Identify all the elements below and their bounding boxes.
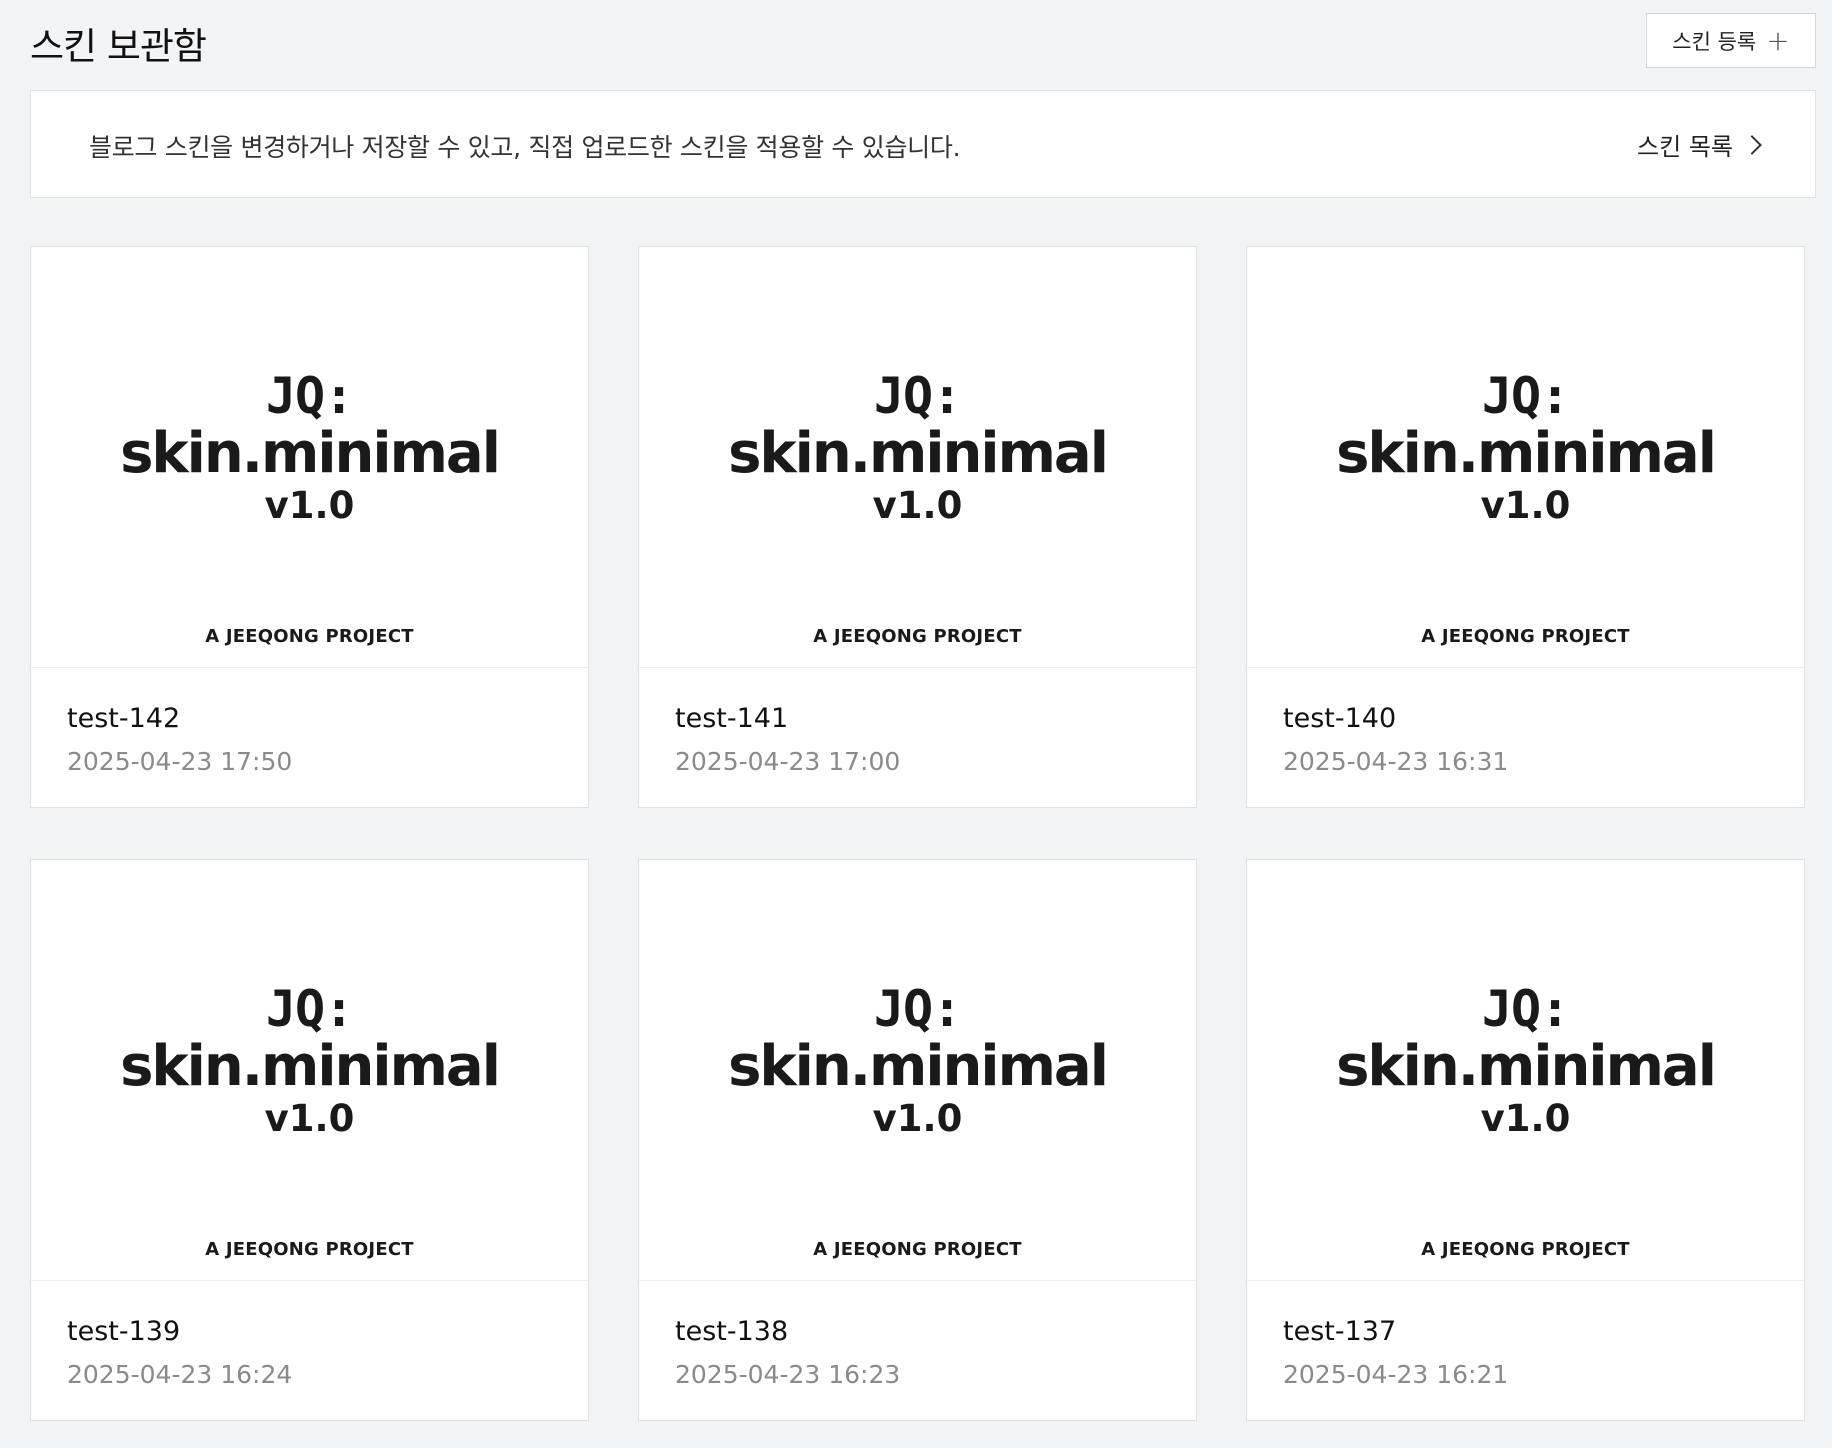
thumbnail-logo-line1: JQ:	[873, 367, 962, 425]
skin-thumbnail[interactable]: JQ: skin.minimal v1.0 A JEEQONG PROJECT	[639, 860, 1196, 1281]
skin-name[interactable]: test-142	[67, 703, 180, 734]
skin-list-label: 스킨 목록	[1637, 133, 1733, 161]
thumbnail-logo-line1: JQ:	[265, 980, 354, 1038]
thumbnail-logo: JQ: skin.minimal v1.0	[1247, 982, 1804, 1140]
thumbnail-logo-line2: skin.minimal	[728, 1034, 1109, 1099]
skin-card[interactable]: JQ: skin.minimal v1.0 A JEEQONG PROJECT …	[1246, 246, 1805, 808]
thumbnail-logo-line3: v1.0	[1480, 484, 1571, 527]
skin-storage-page: 스킨 보관함 스킨 등록 + 블로그 스킨을 변경하거나 저장할 수 있고, 직…	[30, 0, 1816, 1421]
thumbnail-credit: A JEEQONG PROJECT	[1421, 626, 1630, 647]
skin-card[interactable]: JQ: skin.minimal v1.0 A JEEQONG PROJECT …	[30, 859, 589, 1421]
thumbnail-credit: A JEEQONG PROJECT	[205, 1239, 414, 1260]
skin-thumbnail[interactable]: JQ: skin.minimal v1.0 A JEEQONG PROJECT	[1247, 860, 1804, 1281]
skin-grid: JQ: skin.minimal v1.0 A JEEQONG PROJECT …	[30, 246, 1816, 1421]
thumbnail-credit: A JEEQONG PROJECT	[1421, 1239, 1630, 1260]
skin-name[interactable]: test-141	[675, 703, 788, 734]
thumbnail-logo-line3: v1.0	[872, 1097, 963, 1140]
skin-date: 2025-04-23 16:23	[675, 1360, 901, 1389]
register-skin-button[interactable]: 스킨 등록 +	[1646, 13, 1816, 68]
skin-name[interactable]: test-139	[67, 1316, 180, 1347]
thumbnail-logo: JQ: skin.minimal v1.0	[639, 369, 1196, 527]
thumbnail-logo: JQ: skin.minimal v1.0	[1247, 369, 1804, 527]
skin-date: 2025-04-23 17:00	[675, 747, 901, 776]
thumbnail-logo-line1: JQ:	[265, 367, 354, 425]
thumbnail-logo-line3: v1.0	[264, 1097, 355, 1140]
register-skin-label: 스킨 등록	[1672, 29, 1757, 54]
thumbnail-credit: A JEEQONG PROJECT	[205, 626, 414, 647]
skin-date: 2025-04-23 16:24	[67, 1360, 293, 1389]
plus-icon: +	[1766, 23, 1790, 57]
thumbnail-logo: JQ: skin.minimal v1.0	[639, 982, 1196, 1140]
skin-thumbnail[interactable]: JQ: skin.minimal v1.0 A JEEQONG PROJECT	[31, 247, 588, 668]
skin-list-link[interactable]: 스킨 목록	[1637, 127, 1762, 162]
skin-thumbnail[interactable]: JQ: skin.minimal v1.0 A JEEQONG PROJECT	[31, 860, 588, 1281]
info-banner: 블로그 스킨을 변경하거나 저장할 수 있고, 직접 업로드한 스킨을 적용할 …	[30, 90, 1816, 198]
skin-name[interactable]: test-140	[1283, 703, 1396, 734]
thumbnail-credit: A JEEQONG PROJECT	[813, 1239, 1022, 1260]
skin-card[interactable]: JQ: skin.minimal v1.0 A JEEQONG PROJECT …	[30, 246, 589, 808]
thumbnail-logo-line1: JQ:	[1481, 367, 1570, 425]
skin-card[interactable]: JQ: skin.minimal v1.0 A JEEQONG PROJECT …	[638, 246, 1197, 808]
thumbnail-logo-line2: skin.minimal	[120, 1034, 501, 1099]
skin-thumbnail[interactable]: JQ: skin.minimal v1.0 A JEEQONG PROJECT	[639, 247, 1196, 668]
thumbnail-logo: JQ: skin.minimal v1.0	[31, 369, 588, 527]
thumbnail-logo-line3: v1.0	[1480, 1097, 1571, 1140]
chevron-right-icon	[1742, 134, 1762, 155]
thumbnail-logo-line3: v1.0	[264, 484, 355, 527]
page-title: 스킨 보관함	[30, 25, 207, 68]
page-header: 스킨 보관함 스킨 등록 +	[30, 0, 1816, 90]
skin-card[interactable]: JQ: skin.minimal v1.0 A JEEQONG PROJECT …	[638, 859, 1197, 1421]
skin-date: 2025-04-23 16:21	[1283, 1360, 1509, 1389]
thumbnail-credit: A JEEQONG PROJECT	[813, 626, 1022, 647]
thumbnail-logo-line1: JQ:	[873, 980, 962, 1038]
thumbnail-logo-line2: skin.minimal	[728, 421, 1109, 486]
info-text: 블로그 스킨을 변경하거나 저장할 수 있고, 직접 업로드한 스킨을 적용할 …	[89, 133, 961, 162]
thumbnail-logo-line2: skin.minimal	[120, 421, 501, 486]
thumbnail-logo-line2: skin.minimal	[1336, 1034, 1717, 1099]
skin-name[interactable]: test-138	[675, 1316, 788, 1347]
thumbnail-logo: JQ: skin.minimal v1.0	[31, 982, 588, 1140]
thumbnail-logo-line3: v1.0	[872, 484, 963, 527]
skin-thumbnail[interactable]: JQ: skin.minimal v1.0 A JEEQONG PROJECT	[1247, 247, 1804, 668]
thumbnail-logo-line2: skin.minimal	[1336, 421, 1717, 486]
skin-card[interactable]: JQ: skin.minimal v1.0 A JEEQONG PROJECT …	[1246, 859, 1805, 1421]
skin-date: 2025-04-23 16:31	[1283, 747, 1509, 776]
skin-date: 2025-04-23 17:50	[67, 747, 293, 776]
skin-name[interactable]: test-137	[1283, 1316, 1396, 1347]
thumbnail-logo-line1: JQ:	[1481, 980, 1570, 1038]
